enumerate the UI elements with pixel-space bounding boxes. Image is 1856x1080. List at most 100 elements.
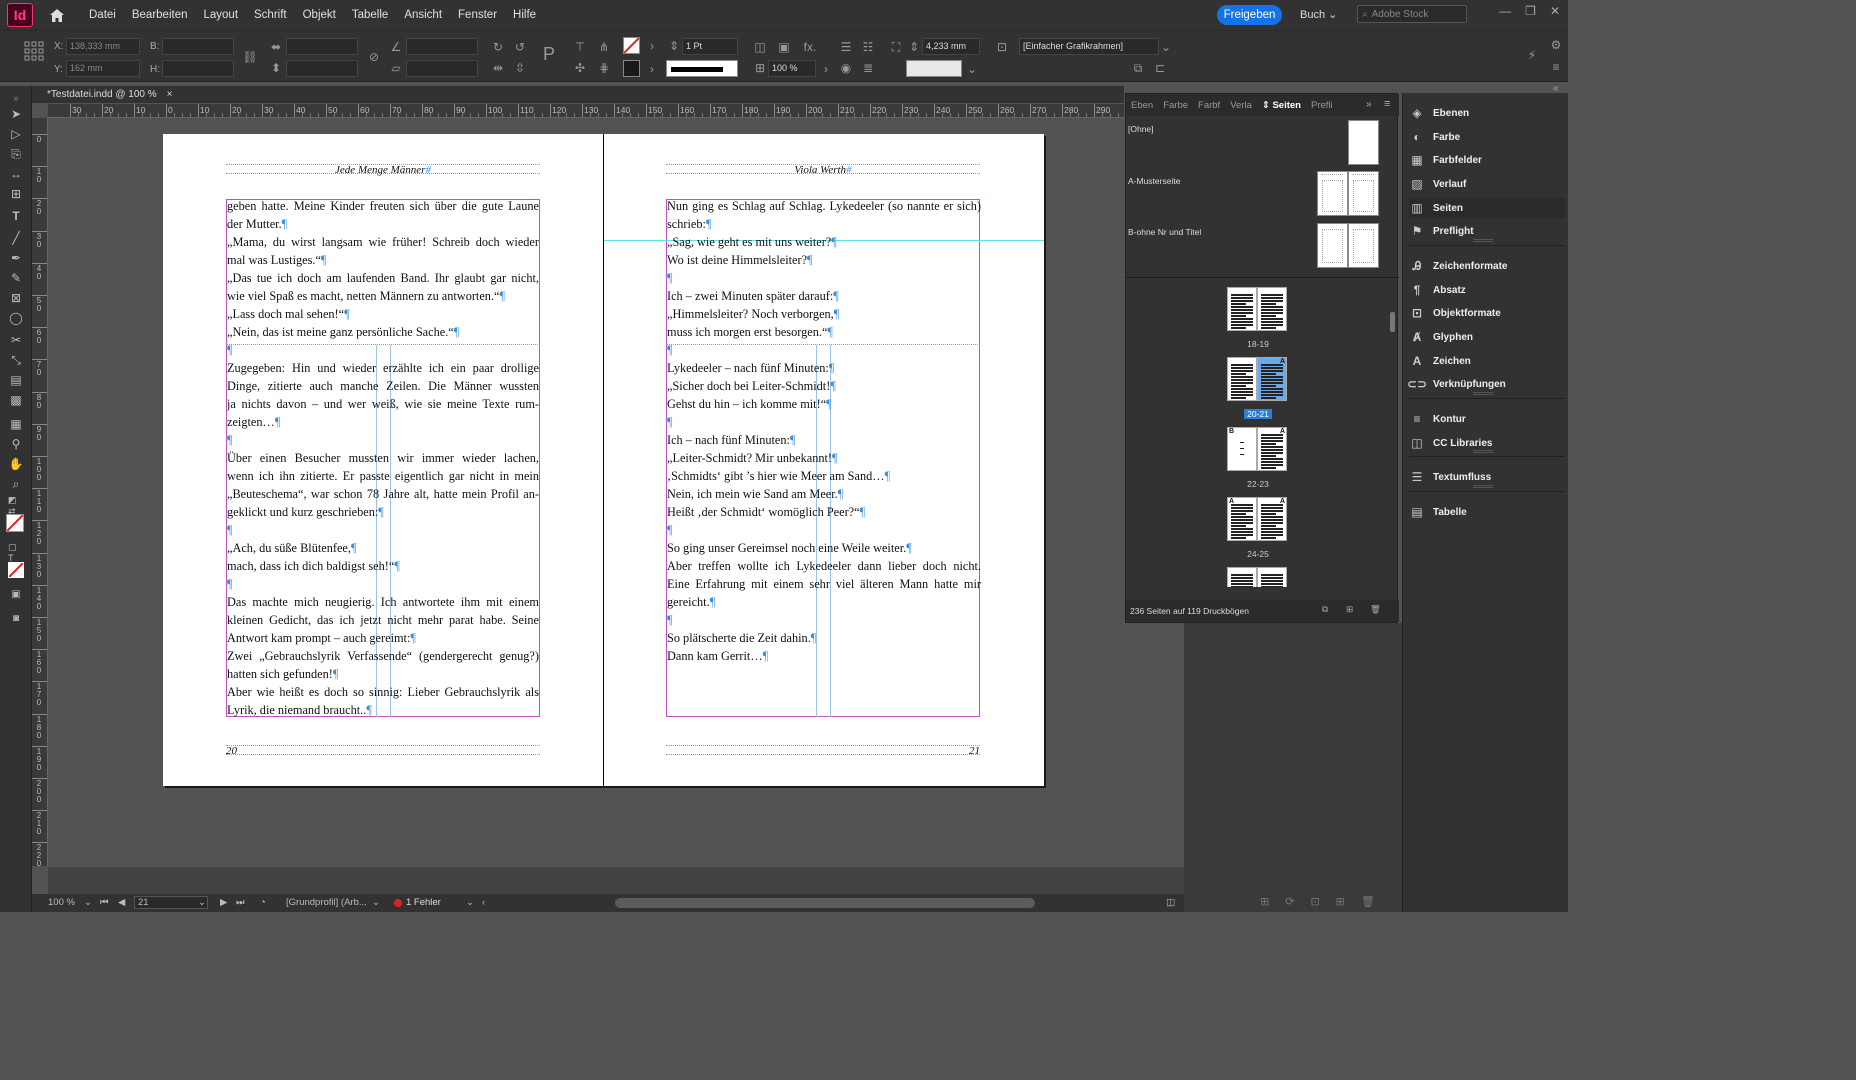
master-b-right-thumb[interactable]	[1348, 223, 1379, 268]
master-a-right-thumb[interactable]	[1348, 171, 1379, 216]
zoom-level[interactable]: 100 %	[48, 897, 75, 908]
collapse-tools-icon[interactable]: »	[8, 90, 24, 106]
spread-partial[interactable]	[1227, 567, 1287, 587]
horizontal-scroll-thumb[interactable]	[615, 898, 1035, 908]
master-a-left-thumb[interactable]	[1317, 171, 1348, 216]
close-tab-icon[interactable]: ×	[167, 86, 173, 103]
dock-kontur[interactable]: ≡ Kontur	[1409, 409, 1565, 429]
shear-angle-icon[interactable]: ▱	[388, 60, 404, 76]
dock-absatz[interactable]: ¶ Absatz	[1409, 280, 1565, 300]
effects-icon[interactable]: fx.	[802, 39, 818, 55]
delete-page-icon[interactable]: 🗑	[1370, 604, 1381, 615]
scale-y-icon[interactable]: ⬍	[268, 60, 284, 76]
default-colors-icon[interactable]: ◩ ⇄	[8, 495, 24, 516]
panel-menu-icon[interactable]: ≡	[1384, 98, 1390, 110]
menu-ansicht[interactable]: Ansicht	[396, 9, 450, 21]
dock-preflight[interactable]: ⚑ Preflight	[1409, 221, 1565, 241]
flip-horizontal-icon[interactable]: ⇹	[490, 60, 506, 76]
dock-ebenen[interactable]: ◈ Ebenen	[1409, 103, 1565, 123]
width-field[interactable]	[162, 38, 234, 55]
tab-farbe[interactable]: Farbe	[1158, 100, 1193, 111]
menu-datei[interactable]: Datei	[81, 9, 124, 21]
menu-layout[interactable]: Layout	[195, 9, 246, 21]
restore-icon[interactable]: ❐	[1525, 4, 1536, 18]
text-wrap-shape-icon[interactable]: ◉	[838, 60, 854, 76]
distribute-icon[interactable]: ⋔	[596, 39, 612, 55]
tab-prefli[interactable]: Prefli	[1306, 100, 1338, 111]
page-thumbnail[interactable]: A	[1257, 497, 1287, 541]
rotate-cw-icon[interactable]: ↻	[490, 39, 506, 55]
minimize-icon[interactable]: —	[1499, 4, 1511, 18]
dock-zeichenformate[interactable]: Ꭿ Zeichenformate	[1409, 256, 1565, 276]
clear-overrides-icon[interactable]: ⧉	[1130, 60, 1146, 76]
pages-scroll-thumb[interactable]	[1390, 312, 1395, 332]
tab-seiten[interactable]: ⇕ Seiten	[1257, 100, 1306, 111]
collapse-panel-icon[interactable]: »	[1366, 99, 1372, 110]
content-fit-icon[interactable]: ⊏	[1152, 60, 1168, 76]
color-select[interactable]	[906, 60, 962, 77]
gradient-tool-icon[interactable]: ▤	[8, 372, 24, 388]
dock-farbe[interactable]: ◐ Farbe	[1409, 127, 1565, 147]
stroke-weight-field[interactable]: 1 Pt	[682, 38, 738, 55]
height-field[interactable]	[162, 60, 234, 77]
gap-stepper[interactable]: ⇕	[906, 39, 922, 55]
scale-x-field[interactable]	[286, 38, 358, 55]
quick-actions-icon[interactable]: ⚡	[1524, 47, 1540, 63]
gap-field[interactable]: 4,233 mm	[922, 38, 980, 55]
ellipse-tool-icon[interactable]: ◯	[8, 310, 24, 326]
free-transform-tool-icon[interactable]: ⤡	[8, 352, 24, 368]
tab-eben[interactable]: Eben	[1126, 100, 1158, 111]
frame-icon[interactable]: ▣	[776, 39, 792, 55]
folio-left[interactable]: 20	[226, 745, 540, 757]
footer-icon[interactable]: ⊡	[1310, 895, 1319, 908]
error-count[interactable]: 1 Fehler	[406, 897, 441, 908]
align-center-icon[interactable]: ✣	[572, 60, 588, 76]
folio-right[interactable]: 21	[666, 745, 980, 757]
x-field[interactable]: 138,333 mm	[66, 38, 140, 55]
dock-objektformate[interactable]: ⊡ Objektformate	[1409, 303, 1565, 323]
menu-tabelle[interactable]: Tabelle	[344, 9, 396, 21]
object-style-field[interactable]: [Einfacher Grafikrahmen]	[1019, 38, 1159, 55]
dock-glyphen[interactable]: Ⱥ Glyphen	[1409, 327, 1565, 347]
close-window-icon[interactable]: ✕	[1550, 4, 1560, 18]
page-size-icon[interactable]: ⧉	[1322, 604, 1328, 615]
stroke-swatch[interactable]	[623, 60, 640, 77]
content-collector-icon[interactable]: ⊞	[8, 186, 24, 202]
page-number-field[interactable]: 21	[134, 896, 208, 909]
menu-objekt[interactable]: Objekt	[295, 9, 344, 21]
stock-search-input[interactable]: ⌕ Adobe Stock	[1357, 5, 1467, 23]
rotate-ccw-icon[interactable]: ↺	[512, 39, 528, 55]
text-wrap-none-icon[interactable]: ☰	[838, 39, 854, 55]
scroll-left-icon[interactable]: ‹	[482, 897, 485, 908]
line-tool-icon[interactable]: ╱	[8, 230, 24, 246]
spread-24-25[interactable]: AA	[1227, 497, 1287, 541]
dock-grip[interactable]	[1473, 485, 1493, 488]
errors-chevron-icon[interactable]: ⌄	[466, 897, 474, 908]
dock-tabelle[interactable]: ▤ Tabelle	[1409, 502, 1565, 522]
menu-hilfe[interactable]: Hilfe	[505, 9, 544, 21]
constrain-proportions-icon[interactable]: ⛓	[242, 49, 258, 65]
page-thumbnail[interactable]: A	[1227, 497, 1257, 541]
dock-verknüpfungen[interactable]: ⊂⊃ Verknüpfungen	[1407, 374, 1565, 394]
next-page-icon[interactable]: ▶	[220, 897, 227, 908]
align-top-icon[interactable]: ⊤	[572, 39, 588, 55]
path-icon[interactable]: P	[538, 43, 560, 65]
stroke-menu-icon[interactable]: ›	[644, 61, 660, 77]
previous-page-icon[interactable]: ◀	[118, 897, 125, 908]
master-b-left-thumb[interactable]	[1317, 223, 1348, 268]
share-button[interactable]: Freigeben	[1217, 5, 1282, 25]
settings-icon[interactable]: ⚙	[1548, 37, 1564, 53]
menu-schrift[interactable]: Schrift	[246, 9, 295, 21]
page-thumbnail[interactable]: B	[1227, 427, 1257, 471]
footer-icon[interactable]: ⟳	[1285, 895, 1294, 908]
footer-icon[interactable]: ⊞	[1336, 895, 1345, 908]
tab-farbf[interactable]: Farbf	[1193, 100, 1225, 111]
gap-tool-icon[interactable]: ↔	[8, 166, 24, 182]
drop-shadow-icon[interactable]: ◫	[752, 39, 768, 55]
rotate-angle-icon[interactable]: ∠	[388, 39, 404, 55]
formatting-affects-icon[interactable]: ▢ T	[8, 542, 24, 563]
horizontal-ruler[interactable]: 30 20 10 0 10 20 30 40 50 60 70 80 90 100 110 120 130 140…	[48, 104, 1124, 118]
zoom-tool-icon[interactable]: ⌕	[8, 476, 24, 492]
dock-farbfelder[interactable]: ▦ Farbfelder	[1409, 150, 1565, 170]
left-page-text[interactable]: geben hatte. Meine Kinder freuten sich ü…	[227, 197, 539, 719]
